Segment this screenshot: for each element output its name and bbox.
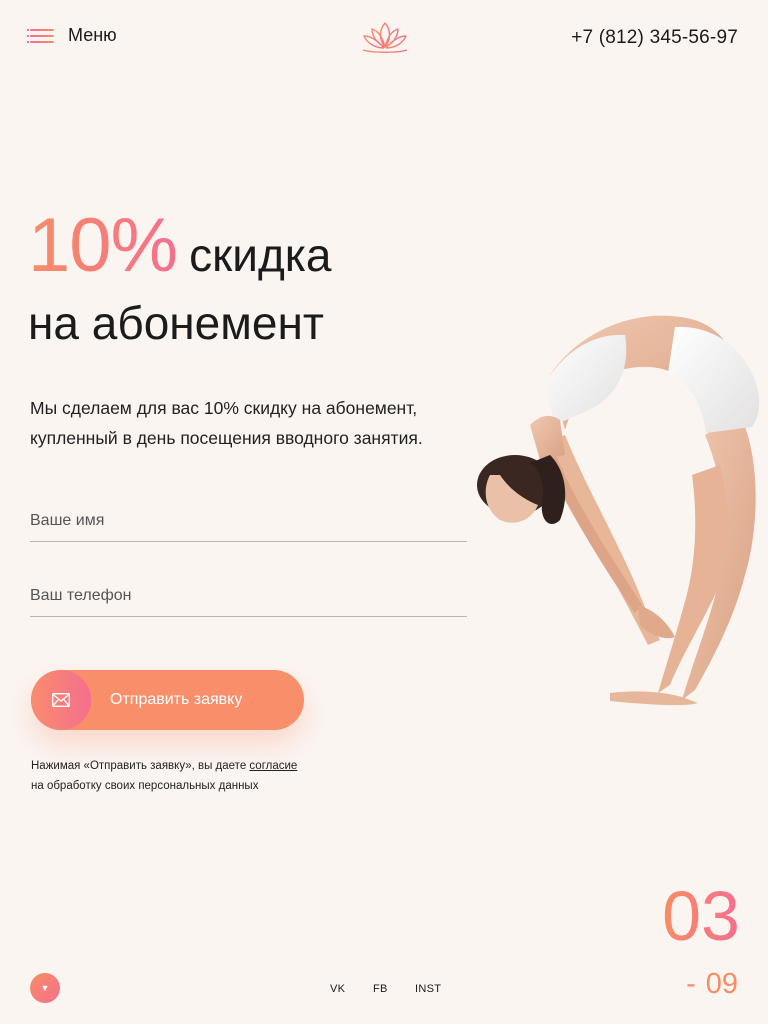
phone-link[interactable]: +7 (812) 345-56-97: [571, 27, 738, 49]
page-title: 10% скидка на абонемент: [28, 208, 332, 351]
consent-link[interactable]: согласие: [249, 760, 297, 772]
envelope-icon: [31, 670, 91, 730]
consent-note: Нажимая «Отправить заявку», вы даете сог…: [31, 756, 297, 796]
title-word: скидка: [189, 229, 332, 281]
slide-separator: -: [686, 968, 696, 1000]
submit-label: Отправить заявку: [110, 691, 243, 708]
lotus-logo-icon[interactable]: [360, 20, 410, 54]
phone-field[interactable]: [30, 575, 467, 617]
burger-menu-icon: [27, 27, 54, 45]
menu-button[interactable]: Меню: [27, 25, 117, 46]
consent-text: Нажимая «Отправить заявку», вы даете: [31, 760, 247, 772]
yoga-woman-image: [477, 315, 760, 706]
social-fb-link[interactable]: FB: [373, 983, 388, 995]
menu-label: Меню: [68, 25, 117, 45]
offer-description: Мы сделаем для вас 10% скидку на абонеме…: [30, 398, 423, 448]
scroll-down-button[interactable]: ▼: [30, 973, 60, 1003]
name-field[interactable]: [30, 500, 467, 542]
slide-total: -09: [686, 966, 738, 1002]
triangle-down-icon: ▼: [40, 983, 50, 993]
social-vk-link[interactable]: VK: [330, 983, 345, 995]
submit-button[interactable]: Отправить заявку: [31, 670, 304, 730]
slide-current-number: 03: [662, 877, 740, 955]
discount-value: 10%: [28, 203, 178, 288]
social-inst-link[interactable]: INST: [415, 983, 441, 995]
title-line2: на абонемент: [28, 297, 324, 349]
header: Меню +7 (812) 345-56-97: [0, 0, 768, 76]
slide-total-number: 09: [705, 968, 738, 1000]
consent-text-2: на обработку своих персональных данных: [31, 780, 259, 792]
